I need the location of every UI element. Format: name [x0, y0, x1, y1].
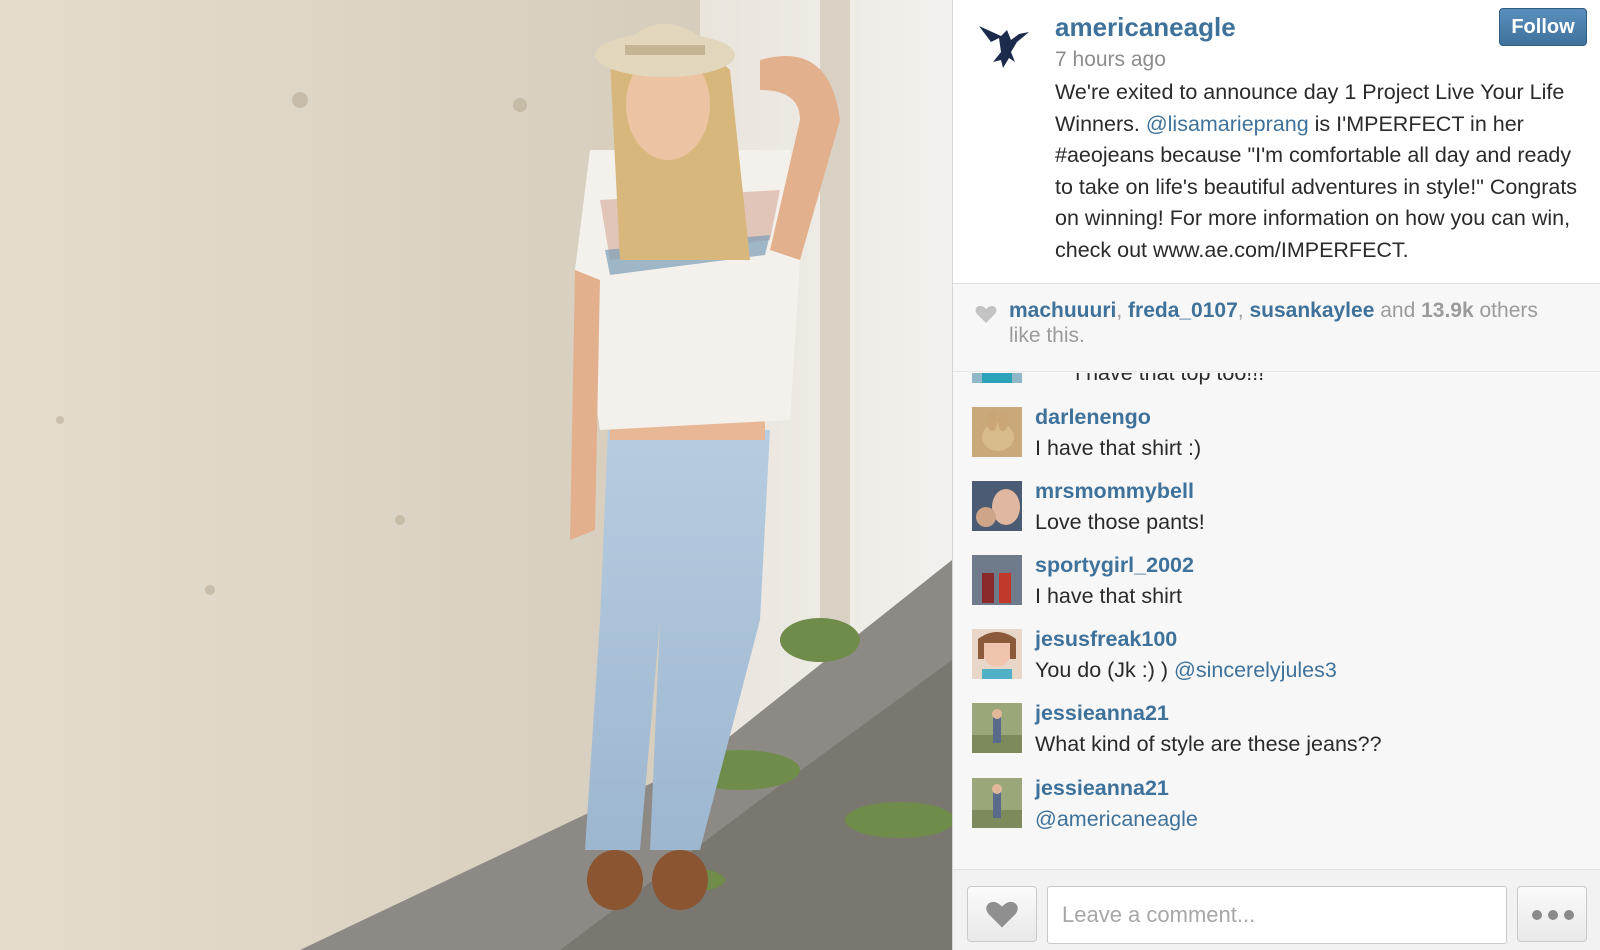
comment-text: I have that shirt :) — [1035, 436, 1201, 461]
more-dots-icon — [1548, 910, 1558, 920]
comment-username[interactable]: jesusfreak100 — [1035, 627, 1177, 652]
likes-count[interactable]: 13.9k — [1421, 299, 1474, 322]
likes-and-text: and — [1374, 299, 1422, 322]
more-dots-icon — [1564, 910, 1574, 920]
eagle-logo-icon — [979, 26, 1029, 68]
comment-item: jessieanna21 @americaneagle — [953, 776, 1600, 846]
avatar-image — [972, 703, 1022, 753]
like-separator: , — [1116, 299, 1129, 322]
avatar-image — [972, 407, 1022, 457]
comment-text: You do (Jk :) ) @sincerelyjules3 — [1035, 658, 1337, 683]
commenter-avatar[interactable] — [972, 373, 1022, 383]
comment-text: I have that shirt — [1035, 584, 1182, 609]
commenter-avatar[interactable] — [972, 629, 1022, 679]
commenter-avatar[interactable] — [972, 555, 1022, 605]
like-user-link[interactable]: machuuuri — [1009, 299, 1116, 322]
comment-username[interactable]: mrsmommybell — [1035, 479, 1194, 504]
comment-mention-link[interactable]: @americaneagle — [1035, 807, 1198, 831]
comments-list[interactable]: ^^^^i have that top too!!! darlenengo I … — [953, 373, 1600, 869]
comment-body: I have that shirt — [1035, 584, 1182, 608]
post-caption: We're exited to announce day 1 Project L… — [1055, 77, 1587, 266]
heart-icon — [975, 305, 997, 323]
comment-body: I have that shirt :) — [1035, 436, 1202, 460]
comment-item: sportygirl_2002 I have that shirt — [953, 553, 1600, 623]
comment-body: Love those pants! — [1035, 510, 1205, 534]
comment-body: You do (Jk :) ) — [1035, 658, 1175, 682]
author-avatar[interactable] — [971, 12, 1035, 76]
comment-username[interactable]: jessieanna21 — [1035, 701, 1169, 726]
avatar-image — [972, 373, 1022, 383]
commenter-avatar[interactable] — [972, 407, 1022, 457]
comment-username[interactable]: sportygirl_2002 — [1035, 553, 1194, 578]
follow-button[interactable]: Follow — [1499, 8, 1587, 46]
photo-illustration — [0, 0, 952, 950]
instagram-post-view: americaneagle Follow 7 hours ago We're e… — [0, 0, 1600, 950]
comment-text: What kind of style are these jeans?? — [1035, 732, 1382, 757]
post-header: americaneagle Follow 7 hours ago We're e… — [953, 0, 1600, 284]
comment-text: @americaneagle — [1035, 807, 1198, 832]
commenter-avatar[interactable] — [972, 778, 1022, 828]
comment-text: ^^^^i have that top too!!! — [1035, 373, 1265, 385]
more-dots-icon — [1532, 910, 1542, 920]
post-timestamp: 7 hours ago — [1055, 48, 1166, 71]
commenter-avatar[interactable] — [972, 481, 1022, 531]
avatar-image — [972, 555, 1022, 605]
author-username[interactable]: americaneagle — [1055, 12, 1236, 43]
comment-item: mrsmommybell Love those pants! — [953, 479, 1600, 549]
like-button[interactable] — [967, 886, 1037, 942]
comment-username[interactable]: jessieanna21 — [1035, 776, 1169, 801]
like-separator: , — [1237, 299, 1250, 322]
avatar-image — [972, 629, 1022, 679]
commenter-avatar[interactable] — [972, 703, 1022, 753]
comment-username[interactable]: darlenengo — [1035, 405, 1151, 430]
avatar-image — [972, 481, 1022, 531]
comment-body: What kind of style are these jeans?? — [1035, 732, 1382, 756]
avatar-image — [972, 778, 1022, 828]
post-sidebar: americaneagle Follow 7 hours ago We're e… — [952, 0, 1600, 950]
likes-text: machuuuri, freda_0107, susankaylee and 1… — [1009, 298, 1569, 348]
comment-footer — [953, 869, 1600, 950]
like-user-link[interactable]: susankaylee — [1249, 299, 1374, 322]
comment-input[interactable] — [1047, 886, 1507, 944]
more-options-button[interactable] — [1517, 886, 1587, 942]
caption-mention-link[interactable]: @lisamarieprang — [1146, 112, 1309, 136]
comment-item: jessieanna21 What kind of style are thes… — [953, 701, 1600, 771]
like-user-link[interactable]: freda_0107 — [1128, 299, 1238, 322]
comment-item: jesusfreak100 You do (Jk :) ) @sincerely… — [953, 627, 1600, 697]
post-photo[interactable] — [0, 0, 952, 950]
comment-text: Love those pants! — [1035, 510, 1205, 535]
heart-icon — [986, 901, 1018, 928]
comment-item: darlenengo I have that shirt :) — [953, 405, 1600, 475]
comment-mention-link[interactable]: @sincerelyjules3 — [1174, 658, 1337, 682]
likes-summary: machuuuri, freda_0107, susankaylee and 1… — [953, 284, 1600, 372]
